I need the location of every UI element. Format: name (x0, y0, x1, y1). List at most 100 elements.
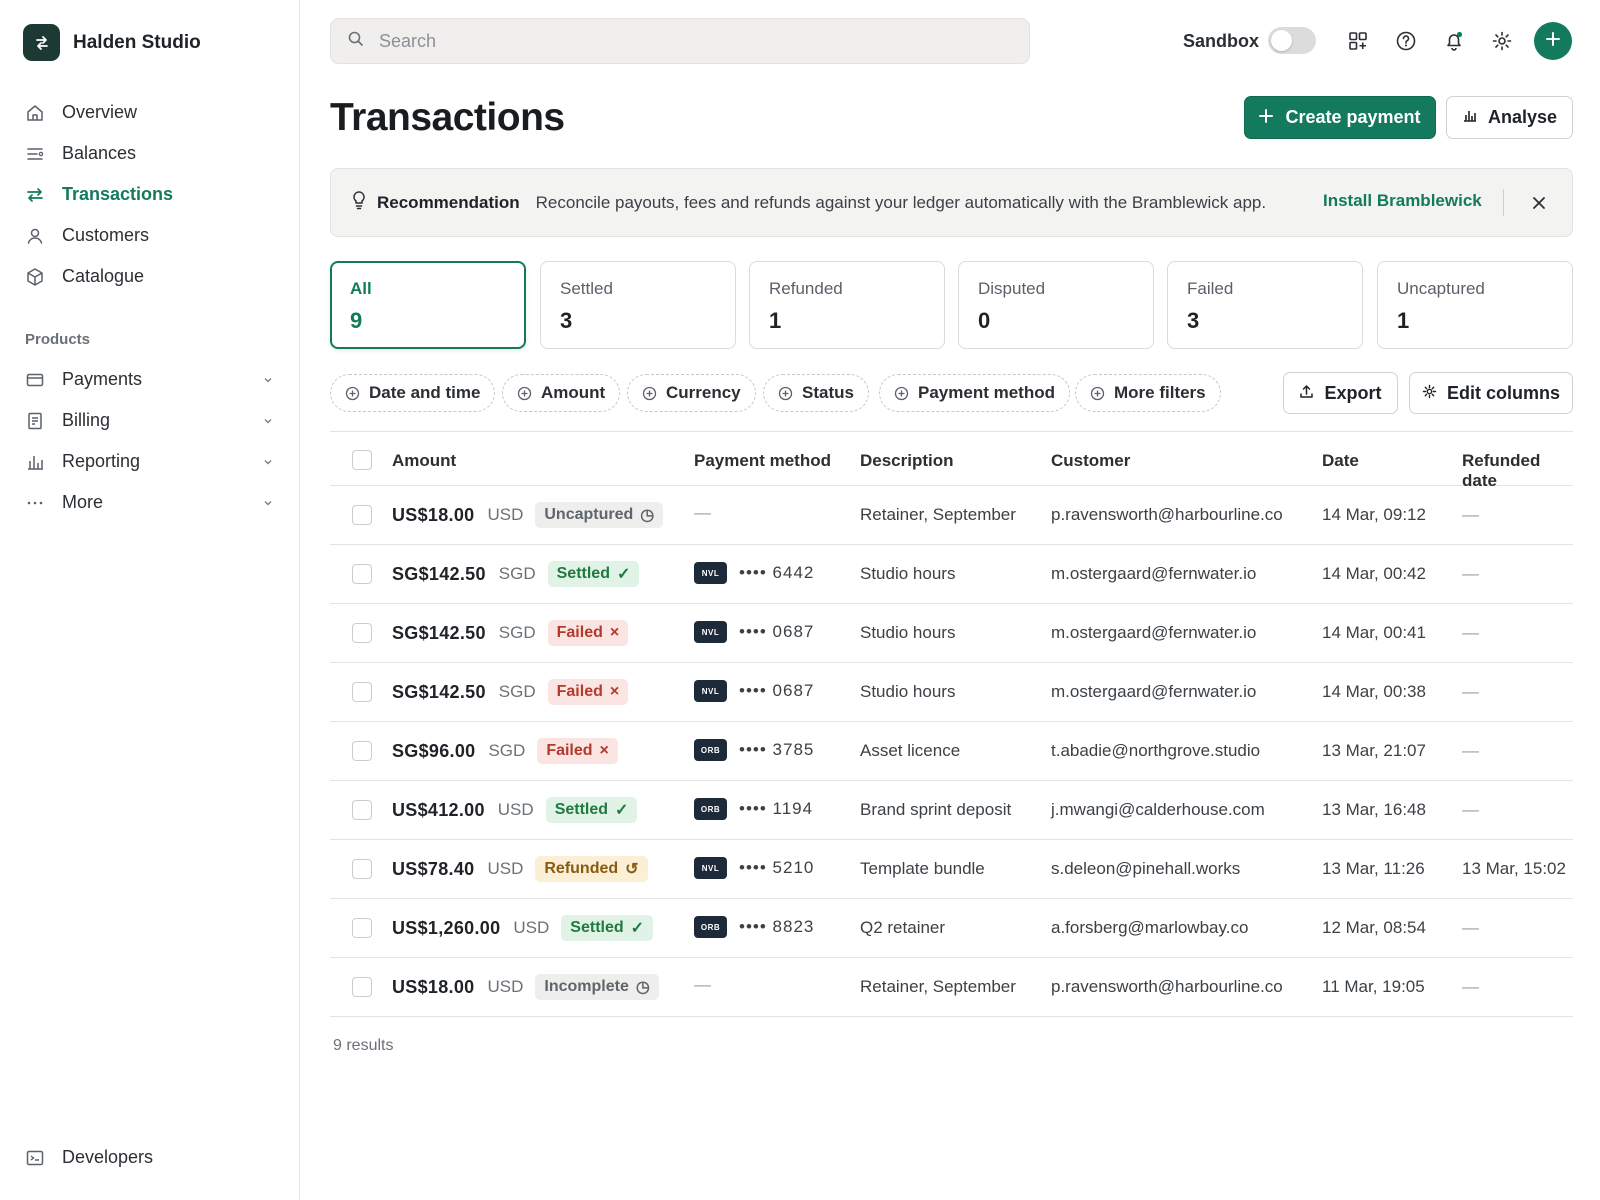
filter-payment-method[interactable]: Payment method (879, 374, 1070, 412)
column-header-description[interactable]: Description (860, 451, 954, 471)
sidebar-item-customers[interactable]: Customers (24, 215, 276, 256)
customer-cell[interactable]: a.forsberg@marlowbay.co (1051, 918, 1248, 938)
sidebar-item-label: Balances (62, 143, 137, 163)
sidebar-item-overview[interactable]: Overview (24, 92, 276, 133)
gear-icon (1422, 383, 1437, 404)
row-checkbox[interactable] (352, 623, 372, 643)
customer-cell[interactable]: s.deleon@pinehall.works (1051, 859, 1240, 879)
table-row[interactable]: SG$96.00 SGD Failed × ORB •••• 3785 Asset… (330, 722, 1573, 781)
chevron-down-icon (260, 454, 276, 470)
status-card-count: 3 (1187, 308, 1200, 333)
sidebar-item-catalogue[interactable]: Catalogue (24, 256, 276, 297)
gear-icon[interactable] (1489, 28, 1515, 54)
row-checkbox[interactable] (352, 918, 372, 938)
status-badge: Failed × (547, 679, 629, 705)
date-cell: 14 Mar, 00:41 (1322, 623, 1426, 642)
install-app-link[interactable]: Install Bramblewick (1323, 191, 1482, 211)
filter-date-and-time[interactable]: Date and time (330, 374, 496, 412)
export-button[interactable]: Export (1283, 372, 1398, 414)
page-title: Transactions (330, 96, 565, 139)
close-icon[interactable] (1527, 191, 1551, 215)
create-new-button[interactable] (1534, 22, 1572, 60)
sandbox-toggle[interactable] (1268, 27, 1316, 54)
apps-icon[interactable] (1345, 28, 1371, 54)
sidebar-item-billing[interactable]: Billing (24, 400, 276, 441)
sidebar-item-payments[interactable]: Payments (24, 359, 276, 400)
analyse-button[interactable]: Analyse (1446, 96, 1573, 139)
filter-status[interactable]: Status (763, 374, 869, 412)
status-card-all[interactable]: All 9 (330, 261, 526, 349)
status-card-refunded[interactable]: Refunded 1 (749, 261, 945, 349)
table-row[interactable]: US$412.00 USD Settled ✓ ORB •••• 1194 Bra… (330, 781, 1573, 840)
status-card-failed[interactable]: Failed 3 (1167, 261, 1363, 349)
column-header-refunded-date[interactable]: Refunded date (1462, 451, 1573, 491)
table-row[interactable]: SG$142.50 SGD Settled ✓ NVL •••• 6442 Stu… (330, 545, 1573, 604)
column-header-amount[interactable]: Amount (392, 451, 456, 471)
sidebar-item-developers[interactable]: Developers (24, 1137, 153, 1178)
brand[interactable]: Halden Studio (23, 24, 201, 61)
row-checkbox[interactable] (352, 859, 372, 879)
column-header-date[interactable]: Date (1322, 451, 1359, 471)
sidebar-item-transactions[interactable]: Transactions (24, 174, 276, 215)
row-checkbox[interactable] (352, 564, 372, 584)
column-header-customer[interactable]: Customer (1051, 451, 1130, 471)
status-card-label: Refunded (769, 279, 843, 298)
row-checkbox[interactable] (352, 800, 372, 820)
table-row[interactable]: US$18.00 USD Incomplete ◷ — Retainer, Sep… (330, 958, 1573, 1017)
filter-more[interactable]: More filters (1075, 374, 1221, 412)
date-cell: 14 Mar, 00:38 (1322, 682, 1426, 701)
sidebar-item-more[interactable]: More (24, 482, 276, 523)
plus-icon (1545, 31, 1561, 52)
customer-cell[interactable]: j.mwangi@calderhouse.com (1051, 800, 1265, 820)
customer-cell[interactable]: p.ravensworth@harbourline.co (1051, 977, 1283, 997)
table-row[interactable]: US$78.40 USD Refunded ↺ NVL •••• 5210 Tem… (330, 840, 1573, 899)
customer-cell[interactable]: p.ravensworth@harbourline.co (1051, 505, 1283, 525)
payment-method-cell: NVL •••• 0687 (694, 680, 814, 702)
home-icon (24, 102, 46, 124)
sidebar-item-label: Overview (62, 102, 138, 122)
row-checkbox[interactable] (352, 977, 372, 997)
payment-method-cell: NVL •••• 0687 (694, 621, 814, 643)
customer-cell[interactable]: m.ostergaard@fernwater.io (1051, 564, 1256, 584)
filter-currency[interactable]: Currency (627, 374, 756, 412)
sidebar-item-label: More (62, 492, 104, 512)
sidebar-item-reporting[interactable]: Reporting (24, 441, 276, 482)
sidebar-item-label: Reporting (62, 451, 141, 471)
divider (1503, 189, 1504, 216)
edit-columns-button[interactable]: Edit columns (1409, 372, 1573, 414)
plus-circle-icon (345, 386, 360, 401)
table-row[interactable]: SG$142.50 SGD Failed × NVL •••• 0687 Stud… (330, 663, 1573, 722)
customer-cell[interactable]: t.abadie@northgrove.studio (1051, 741, 1260, 761)
bell-icon[interactable] (1441, 28, 1467, 54)
row-checkbox[interactable] (352, 505, 372, 525)
table-row[interactable]: US$18.00 USD Uncaptured ◷ — Retainer, Sep… (330, 486, 1573, 545)
search-input[interactable] (379, 30, 979, 52)
table-row[interactable]: SG$142.50 SGD Failed × NVL •••• 0687 Stud… (330, 604, 1573, 663)
status-card-uncaptured[interactable]: Uncaptured 1 (1377, 261, 1573, 349)
search-icon (347, 30, 365, 53)
filter-label: Payment method (918, 383, 1055, 402)
row-checkbox[interactable] (352, 741, 372, 761)
create-payment-button[interactable]: Create payment (1244, 96, 1436, 139)
filter-amount[interactable]: Amount (502, 374, 621, 412)
card-icon (24, 369, 46, 391)
sidebar-item-balances[interactable]: Balances (24, 133, 276, 174)
status-label: Uncaptured (544, 506, 634, 523)
status-card-settled[interactable]: Settled 3 (540, 261, 736, 349)
help-icon[interactable] (1393, 28, 1419, 54)
search-bar[interactable] (330, 18, 1030, 64)
transactions-table: Amount Payment method Description Custom… (330, 431, 1573, 1017)
status-card-disputed[interactable]: Disputed 0 (958, 261, 1154, 349)
column-header-payment-method[interactable]: Payment method (694, 451, 831, 471)
select-all-checkbox[interactable] (352, 450, 372, 470)
status-card-label: Uncaptured (1397, 279, 1485, 298)
table-row[interactable]: US$1,260.00 USD Settled ✓ ORB •••• 8823 Q… (330, 899, 1573, 958)
status-label: Settled (554, 801, 609, 818)
customer-cell[interactable]: m.ostergaard@fernwater.io (1051, 623, 1256, 643)
x-icon: × (609, 624, 620, 641)
customer-cell[interactable]: m.ostergaard@fernwater.io (1051, 682, 1256, 702)
sidebar-item-label: Developers (62, 1147, 154, 1167)
date-cell: 13 Mar, 16:48 (1322, 800, 1426, 819)
filter-label: Date and time (369, 383, 481, 402)
row-checkbox[interactable] (352, 682, 372, 702)
